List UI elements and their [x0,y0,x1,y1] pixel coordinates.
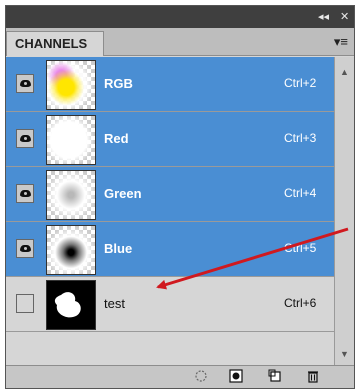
annotation-arrow [156,227,349,290]
